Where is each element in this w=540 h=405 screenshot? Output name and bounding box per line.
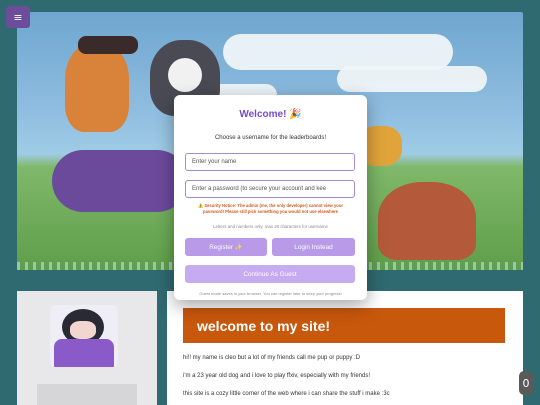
- avatar-face: [70, 321, 96, 339]
- login-button[interactable]: Login Instead: [272, 238, 355, 256]
- hamburger-icon: ≡: [13, 10, 23, 24]
- counter-value: 0: [522, 376, 530, 390]
- dog-face-art: [168, 58, 202, 92]
- menu-button[interactable]: ≡: [6, 6, 30, 28]
- isopod-character-art: [52, 150, 188, 212]
- password-input[interactable]: Enter a password (to secure your account…: [185, 180, 355, 198]
- avatar-body: [54, 339, 114, 367]
- modal-subtitle: Choose a username for the leaderboards!: [214, 135, 327, 141]
- intro-paragraph: hi!! my name is cleo but a lot of my fri…: [183, 355, 361, 361]
- avatar: [50, 305, 118, 367]
- cloud: [337, 66, 487, 92]
- continue-as-guest-button[interactable]: Continue As Guest: [185, 265, 355, 283]
- guest-mode-note: Guest mode saves in your browser. You ca…: [199, 291, 342, 296]
- welcome-modal: Welcome! 🎉 Choose a username for the lea…: [174, 95, 367, 300]
- username-hint: Letters and numbers only, max 20 charact…: [213, 224, 328, 229]
- modal-title: Welcome! 🎉: [239, 109, 302, 120]
- intro-paragraph: i'm a 23 year old dog and i love to play…: [183, 373, 371, 379]
- username-input[interactable]: Enter your name: [185, 153, 355, 171]
- fox-character-art: [65, 44, 129, 132]
- fox-hat-art: [78, 36, 138, 54]
- page-title: welcome to my site!: [183, 308, 505, 343]
- security-notice: ⚠️ Security Notice: The admin (me, the o…: [197, 203, 344, 214]
- sidebar-panel: [37, 384, 137, 405]
- beaver-character-art: [378, 182, 476, 260]
- register-button[interactable]: Register ✨: [185, 238, 267, 256]
- cloud: [223, 34, 453, 70]
- counter-badge[interactable]: 0: [519, 371, 533, 395]
- intro-paragraph: this site is a cozy little corner of the…: [183, 391, 390, 397]
